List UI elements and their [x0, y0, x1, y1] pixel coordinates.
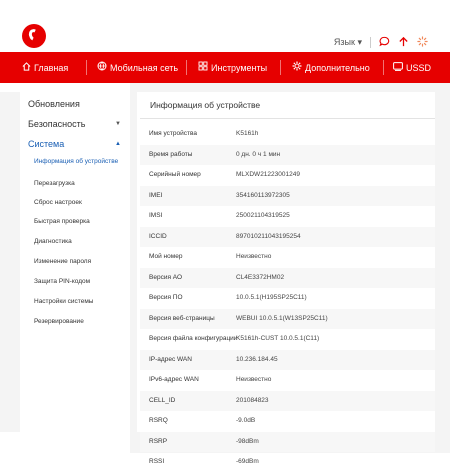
row-value: MLXDW21223001249: [236, 171, 300, 178]
language-label: Язык: [333, 37, 355, 47]
table-row: RSRP -98dBm: [140, 431, 435, 452]
sidebar-item-security[interactable]: Безопасность: [28, 119, 85, 129]
nav-item-mobile-network[interactable]: Мобильная сеть: [97, 52, 178, 83]
sidebar-subitem-reset[interactable]: Сброс настроек: [34, 199, 82, 206]
nav-item-label: Инструменты: [211, 62, 268, 73]
row-label: IMEI: [149, 191, 163, 199]
nav-item-ussd[interactable]: USSD: [393, 52, 431, 83]
row-label: Имя устройства: [149, 130, 197, 137]
row-label: Серийный номер: [149, 171, 201, 178]
table-row: ICCID 897010211043195254: [140, 226, 435, 247]
table-row: Версия файла конфигурации K5161h-CUST 10.…: [140, 329, 435, 349]
row-label: RSSI: [149, 458, 165, 465]
divider: [140, 118, 435, 119]
row-label: IPv6-адрес WAN: [149, 376, 199, 383]
row-value: 250021104319525: [236, 212, 290, 219]
sidebar-subitem-backup[interactable]: Резервирование: [34, 318, 84, 325]
sidebar-gutter: [0, 92, 20, 302]
row-label: IMSI: [149, 212, 163, 219]
nav-item-label: Главная: [34, 62, 69, 73]
tools-icon: [198, 61, 208, 74]
table-row: Мой номер Неизвестно: [140, 247, 435, 267]
table-row: RSRQ -9.0dB: [140, 411, 435, 431]
sidebar-subitem-change-password[interactable]: Изменение пароля: [34, 258, 91, 265]
row-value: 897010211043195254: [236, 232, 301, 240]
nav-item-advanced[interactable]: Дополнительно: [292, 52, 370, 83]
row-value: Неизвестно: [236, 253, 272, 260]
nav-divider: [383, 60, 384, 75]
sidebar-subitem-system-settings[interactable]: Настройки системы: [34, 298, 93, 305]
utility-bar: Язык ▾: [334, 36, 428, 49]
update-arrow-icon[interactable]: [398, 36, 409, 49]
sidebar-subitem-reboot[interactable]: Перезагрузка: [34, 180, 75, 187]
nav-item-home[interactable]: Главная: [22, 52, 68, 83]
sidebar-subitem-pin-protection[interactable]: Защита PIN-кодом: [34, 278, 90, 285]
sidebar-subitem-diagnostics[interactable]: Диагностика: [34, 238, 72, 245]
language-selector[interactable]: Язык ▾: [334, 37, 362, 48]
row-value: K5161h: [236, 130, 259, 137]
sidebar-subitem-device-info[interactable]: Информация об устройстве: [34, 158, 118, 165]
row-value: -98dBm: [236, 437, 259, 445]
home-icon: [22, 61, 31, 74]
table-row: IPv6-адрес WAN Неизвестно: [140, 370, 435, 390]
ussd-icon: [393, 61, 403, 74]
nav-divider: [86, 60, 87, 75]
top-bar: Язык ▾: [0, 0, 450, 50]
row-value: -69dBm: [236, 458, 259, 465]
nav-item-label: Дополнительно: [305, 62, 370, 73]
nav-item-label: USSD: [406, 62, 432, 73]
message-icon[interactable]: [379, 36, 390, 49]
row-value: Неизвестно: [236, 376, 272, 383]
gear-icon: [292, 61, 302, 74]
row-label: RSRQ: [149, 417, 168, 424]
row-label: Версия файла конфигурации: [149, 335, 238, 342]
sidebar-item-system[interactable]: Система: [28, 139, 64, 149]
table-row: Имя устройства K5161h: [140, 124, 435, 144]
row-label: Мой номер: [149, 253, 183, 260]
row-label: ICCID: [149, 232, 167, 240]
nav-divider: [186, 60, 187, 75]
row-label: Версия ПО: [149, 294, 183, 301]
chevron-up-icon[interactable]: ▲: [115, 141, 121, 147]
row-label: Версия АО: [149, 273, 183, 281]
row-value: WEBUI 10.0.5.1(W13SP25C11): [236, 314, 328, 322]
loading-spinner-icon: [417, 36, 428, 49]
table-row: Версия АО CL4E3372HM02: [140, 267, 435, 288]
row-label: Время работы: [149, 150, 193, 158]
table-row: CELL_ID 201084823: [140, 390, 435, 411]
divider: [370, 37, 371, 48]
table-row: Серийный номер MLXDW21223001249: [140, 165, 435, 185]
nav-divider: [280, 60, 281, 75]
globe-icon: [97, 61, 107, 74]
row-label: IP-адрес WAN: [149, 355, 192, 363]
table-row: RSSI -69dBm: [140, 452, 435, 472]
row-value: 10.0.5.1(H195SP25C11): [236, 294, 307, 301]
row-value: 0 дн. 0 ч 1 мин: [236, 150, 281, 158]
row-value: 201084823: [236, 396, 269, 404]
table-row: IMEI 354160113972305: [140, 185, 435, 206]
table-row: IMSI 250021104319525: [140, 206, 435, 226]
main-navigation: Главная Мобильная сеть Инструменты Допол…: [0, 52, 450, 83]
row-label: Версия веб-страницы: [149, 314, 215, 322]
row-value: -9.0dB: [236, 417, 256, 424]
chevron-down-icon[interactable]: ▼: [115, 121, 121, 127]
row-value: K5161h-CUST 10.0.5.1(C11): [236, 335, 320, 342]
table-row: Время работы 0 дн. 0 ч 1 мин: [140, 144, 435, 165]
vodafone-logo[interactable]: [22, 24, 46, 48]
sidebar-item-updates[interactable]: Обновления: [28, 99, 80, 109]
chevron-down-icon: ▾: [357, 37, 362, 47]
page-title: Информация об устройстве: [150, 100, 261, 110]
row-value: 354160113972305: [236, 191, 290, 199]
table-row: Версия ПО 10.0.5.1(H195SP25C11): [140, 288, 435, 308]
table-row: IP-адрес WAN 10.236.184.45: [140, 349, 435, 370]
sidebar-subitem-quick-check[interactable]: Быстрая проверка: [34, 218, 90, 225]
row-label: RSRP: [149, 437, 168, 445]
row-value: CL4E3372HM02: [236, 273, 285, 281]
row-value: 10.236.184.45: [236, 355, 278, 363]
nav-item-tools[interactable]: Инструменты: [198, 52, 267, 83]
row-label: CELL_ID: [149, 396, 176, 404]
nav-item-label: Мобильная сеть: [110, 62, 179, 73]
table-row: Версия веб-страницы WEBUI 10.0.5.1(W13SP2…: [140, 308, 435, 329]
